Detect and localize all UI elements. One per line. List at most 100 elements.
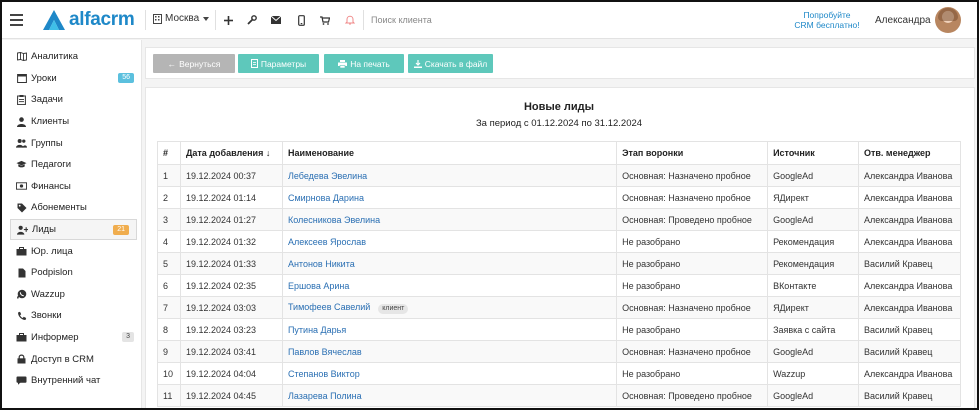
sidebar-item-label: Финансы [31,180,71,192]
lead-name-link[interactable]: Степанов Виктор [288,369,360,379]
funnel-stage: Не разобрано [616,362,769,385]
print-button[interactable]: На печать [324,54,404,73]
column-header: Источник [767,141,859,165]
plus-icon[interactable] [221,13,235,27]
lead-name-link[interactable]: Смирнова Дарина [288,193,364,203]
print-label: На печать [350,58,390,69]
table-row: 10 19.12.2024 04:04 Степанов Виктор Не разо… [157,362,962,385]
sidebar-item-2[interactable]: Задачи [2,89,141,111]
column-header[interactable]: Дата добавления ↓ [179,141,283,165]
divider [363,10,364,30]
lead-name-link[interactable]: Лазарева Полина [288,391,362,401]
envelope-icon[interactable] [269,13,283,27]
sidebar-item-label: Клиенты [31,116,70,128]
lead-name-cell: Ершова Арина [281,274,618,297]
lead-name-cell: Тимофеев Савелий клиент [281,296,618,319]
sidebar-item-12[interactable]: Звонки [2,305,141,327]
sidebar-item-13[interactable]: Информер 3 [2,327,141,349]
row-number: 8 [157,318,181,341]
try-free-link[interactable]: Попробуйте CRM бесплатно! [788,10,866,30]
date-added: 19.12.2024 04:45 [179,384,283,407]
row-number: 3 [157,208,181,231]
table-row: 3 19.12.2024 01:27 Колесникова Эвелина Осно… [157,208,962,231]
client-tag: клиент [378,303,409,314]
row-number: 2 [157,186,181,209]
sidebar-item-label: Педагоги [31,159,72,171]
sidebar-item-10[interactable]: Podpislon [2,262,141,284]
sidebar-item-label: Доступ в CRM [31,353,94,365]
lead-name-link[interactable]: Ершова Арина [288,281,349,291]
sidebar-item-7[interactable]: Абонементы [2,197,141,219]
user-name[interactable]: Александра [875,15,931,26]
sidebar-item-0[interactable]: Аналитика [2,46,141,68]
lead-source: Рекомендация [767,252,859,275]
lead-source: GoogleAd [767,164,859,187]
parameters-button[interactable]: Параметры [238,54,319,73]
sidebar-item-6[interactable]: Финансы [2,176,141,198]
sidebar-item-label: Группы [31,137,63,149]
manager: Василий Кравец [857,318,962,341]
sidebar-item-8[interactable]: Лиды 21 [10,218,137,241]
column-header: Этап воронки [616,141,769,165]
lead-name-link[interactable]: Антонов Никита [288,259,355,269]
lead-name-link[interactable]: Колесникова Эвелина [288,215,380,225]
chat-icon [16,375,27,386]
column-header: Наименование [281,141,618,165]
search-input[interactable]: Поиск клиента [371,15,432,25]
back-label: Вернуться [179,58,221,69]
logo-text: alfacrm [69,9,135,30]
city-selector[interactable]: Москва [153,13,210,24]
sidebar-item-14[interactable]: Доступ в CRM [2,348,141,370]
lead-name-link[interactable]: Тимофеев Савелий [288,302,370,312]
lead-name-cell: Путина Дарья [281,318,618,341]
table-row: 7 19.12.2024 03:03 Тимофеев Савелий клиент О… [157,296,962,319]
column-header: Отв. менеджер [857,141,962,165]
wrench-icon[interactable] [245,13,259,27]
hamburger-menu-icon[interactable] [10,14,23,26]
download-button[interactable]: Скачать в файл [408,54,493,73]
date-added: 19.12.2024 02:35 [179,274,283,297]
sidebar-item-3[interactable]: Клиенты [2,111,141,133]
sidebar-item-label: Абонементы [31,202,87,214]
lock-icon [16,354,27,365]
sidebar-item-9[interactable]: Юр. лица [2,240,141,262]
city-label: Москва [165,13,200,24]
lead-name-link[interactable]: Павлов Вячеслав [288,347,362,357]
row-number: 6 [157,274,181,297]
lead-name-link[interactable]: Путина Дарья [288,325,346,335]
manager: Александра Иванова [857,274,962,297]
logo[interactable]: alfacrm [42,9,135,31]
manager: Василий Кравец [857,340,962,363]
mobile-phone-icon[interactable] [294,13,308,27]
cart-icon[interactable] [318,13,332,27]
bell-icon[interactable] [343,13,357,27]
users-icon [16,138,27,149]
sidebar-item-label: Лиды [32,224,56,236]
briefcase-icon [16,246,27,257]
sidebar-item-4[interactable]: Группы [2,132,141,154]
sidebar-item-11[interactable]: Wazzup [2,284,141,306]
row-number: 11 [157,384,181,407]
lead-name-cell: Степанов Виктор [281,362,618,385]
lead-source: Заявка с сайта [767,318,859,341]
lead-name-link[interactable]: Алексеев Ярослав [288,237,366,247]
lead-name-cell: Алексеев Ярослав [281,230,618,253]
lead-source: ЯДирект [767,296,859,319]
table-row: 5 19.12.2024 01:33 Антонов Никита Не разобр… [157,252,962,275]
manager: Александра Иванова [857,296,962,319]
money-icon [16,181,27,192]
lead-name-link[interactable]: Лебедева Эвелина [288,171,367,181]
manager: Александра Иванова [857,186,962,209]
back-button[interactable]: ← Вернуться [153,54,235,73]
divider [145,10,146,30]
avatar[interactable] [935,7,961,33]
report-title: Новые лиды [523,101,595,113]
row-number: 1 [157,164,181,187]
table-row: 6 19.12.2024 02:35 Ершова Арина Не разобран… [157,274,962,297]
sidebar-item-15[interactable]: Внутренний чат [2,370,141,392]
sidebar-item-5[interactable]: Педагоги [2,154,141,176]
top-bar: alfacrm Москва Поиск клиента Попробуйте … [2,2,977,39]
lead-name-cell: Смирнова Дарина [281,186,618,209]
funnel-stage: Основная: Назначено пробное [616,296,769,319]
sidebar-item-1[interactable]: Уроки 56 [2,68,141,90]
